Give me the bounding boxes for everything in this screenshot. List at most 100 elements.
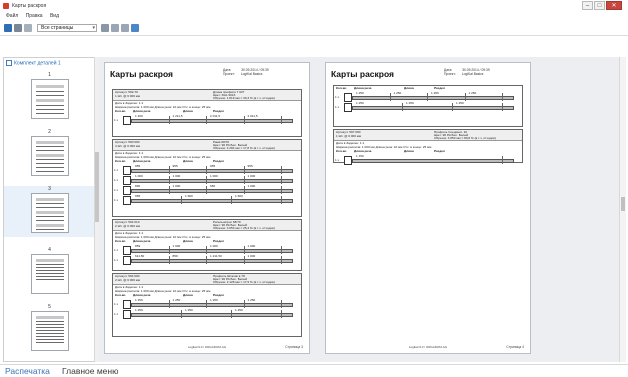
column-header: Длина	[404, 86, 414, 90]
menu-view[interactable]: Вид	[50, 12, 59, 21]
thumbnail-image[interactable]	[30, 79, 69, 119]
thumbnail-image[interactable]	[30, 254, 69, 294]
stock-bar	[131, 303, 293, 307]
cut-mark	[168, 246, 170, 254]
print-icon[interactable]	[14, 24, 22, 32]
cut-row: 1 x 1 250 1 250 1 250 1 250	[335, 91, 518, 102]
maximize-button[interactable]: □	[594, 1, 605, 10]
cut-length: 1 400	[135, 114, 143, 118]
profile-section-icon	[344, 103, 352, 112]
cut-row: 1 x 1 250 1 250 1 250 1 250	[114, 298, 297, 309]
cut-mark	[502, 103, 503, 111]
thumbnail-sidebar: Комплект деталей 1 1 2 3 4 5	[3, 57, 96, 362]
preview-page: Карты раскроя Дата: 30.09.2014 / 09:39 Прое…	[104, 62, 310, 354]
cut-length: 1 250	[210, 298, 218, 302]
stock-bar	[131, 313, 293, 317]
article-info: 4 Шт. @ 6 000 мм	[115, 143, 141, 148]
cut-length: 1 211,5	[172, 114, 183, 118]
cut-length: 1 250	[431, 91, 439, 95]
page-select[interactable]: Все страницы ▾	[37, 24, 97, 32]
cutting-block: Артикул: 594 010 2 Шт. @ 6 000 мм Ригельшп…	[112, 219, 302, 271]
row-qty: 1 x	[114, 248, 119, 252]
two-pages-icon[interactable]	[121, 24, 129, 32]
cut-length: 1 150	[356, 154, 364, 158]
thumbnail-page[interactable]: 2	[4, 129, 95, 176]
thumbnail-number: 2	[48, 129, 51, 135]
page-footer: Logikal 9.0 / ORGADATA AG Страница 3	[105, 345, 309, 349]
close-button[interactable]: ✕	[606, 1, 622, 10]
menu-file[interactable]: Файл	[6, 12, 18, 21]
viewer-scroll-thumb[interactable]	[621, 197, 625, 211]
column-header: Длина	[183, 293, 193, 297]
cut-length: 1 000	[210, 244, 218, 248]
sidebar-header[interactable]: Комплект деталей 1	[6, 60, 61, 67]
cut-length: 1 250	[406, 101, 414, 105]
toolbar: Все страницы ▾	[0, 21, 628, 36]
row-qty: 1 x	[114, 168, 119, 172]
save-icon[interactable]	[4, 24, 12, 32]
cut-row: 1 x 955 1 600 1 600	[114, 194, 297, 205]
project-label: Проект:	[223, 72, 235, 76]
cut-length: 955	[135, 164, 141, 168]
fit-page-icon[interactable]	[111, 24, 119, 32]
thumbnail-image[interactable]	[30, 311, 69, 351]
cut-mark	[402, 103, 403, 111]
view-mode-icon[interactable]	[131, 24, 139, 32]
cut-length: 1 000	[247, 244, 256, 248]
cut-row: 1 x 611,50 859 1 211,50 1 000	[114, 254, 297, 265]
cut-mark	[464, 93, 466, 101]
thumbnail-number: 1	[48, 72, 51, 78]
cut-length: 1 250	[468, 91, 477, 95]
thumbnail-image[interactable]	[30, 136, 69, 176]
cut-mark	[206, 186, 207, 194]
page-select-value: Все страницы	[41, 25, 74, 31]
row-qty: 1 x	[114, 118, 119, 122]
cut-mark	[181, 310, 182, 318]
tab-print[interactable]: Распечатка	[5, 366, 50, 376]
thumbnail-number: 3	[48, 186, 51, 192]
menu-edit[interactable]: Правка	[26, 12, 43, 21]
column-header: Длина	[183, 159, 193, 163]
column-header: Длина	[183, 239, 193, 243]
viewer-scrollbar[interactable]	[619, 57, 626, 362]
stock-bar	[131, 189, 293, 193]
cut-mark	[281, 256, 282, 264]
cutting-block: Артикул: 592-70 1 Шт. @ 6 000 мм Длина про…	[112, 89, 302, 137]
cut-params: Ширина распила: 1 000 мм Длина реза: 10 …	[336, 145, 432, 149]
cut-mark	[389, 93, 391, 101]
cut-mark	[168, 166, 170, 174]
cut-row: 1 x 1 250 1 250 1 250	[114, 308, 297, 319]
thumbnail-number: 5	[48, 304, 51, 310]
thumbnail-page-selected[interactable]: 3	[4, 186, 95, 237]
thumbnail-page[interactable]: 4	[4, 247, 95, 294]
tab-main-menu[interactable]: Главное меню	[62, 366, 118, 376]
cut-length: 1 000	[172, 184, 181, 188]
stock-bar	[131, 119, 293, 123]
zoom-icon[interactable]	[101, 24, 109, 32]
thumbnail-page[interactable]: 1	[4, 72, 95, 119]
checkbox-icon[interactable]	[6, 60, 12, 66]
cut-length: 1 600	[185, 194, 193, 198]
meta-project-row: Проект: LogiKal Basics	[223, 72, 269, 76]
page-meta: Дата: 30.09.2014 / 09:39 Проект: LogiKal Ba…	[444, 68, 490, 76]
thumbnail-image[interactable]	[30, 193, 69, 233]
cut-row: 1 x 1 400 1 211,5 2 011,5 2 011,5	[114, 114, 297, 125]
cut-mark	[168, 300, 170, 308]
cut-length: 2 011,5	[210, 114, 221, 118]
cut-mark	[168, 116, 170, 124]
cut-params: Ширина распила: 1 000 мм Длина реза: 10 …	[115, 105, 211, 109]
profile-section-icon	[123, 256, 131, 265]
profile-section-icon	[123, 116, 131, 125]
column-header: Кол-во	[336, 149, 347, 153]
print-setup-icon[interactable]	[24, 24, 32, 32]
profile-section-icon	[344, 156, 352, 165]
cut-length: 1 600	[235, 194, 243, 198]
page-meta: Дата: 30.09.2014 / 09:39 Проект: LogiKal Ba…	[223, 68, 269, 76]
stock-bar	[131, 169, 293, 173]
cut-params: Ширина распила: 1 000 мм Длина реза: 10 …	[115, 235, 211, 239]
row-qty: 1 x	[114, 178, 119, 182]
thumbnail-page[interactable]: 5	[4, 304, 95, 351]
minimize-button[interactable]: –	[582, 1, 593, 10]
project-value: LogiKal Basics	[461, 72, 484, 76]
page-number: Страница 3	[285, 345, 303, 349]
